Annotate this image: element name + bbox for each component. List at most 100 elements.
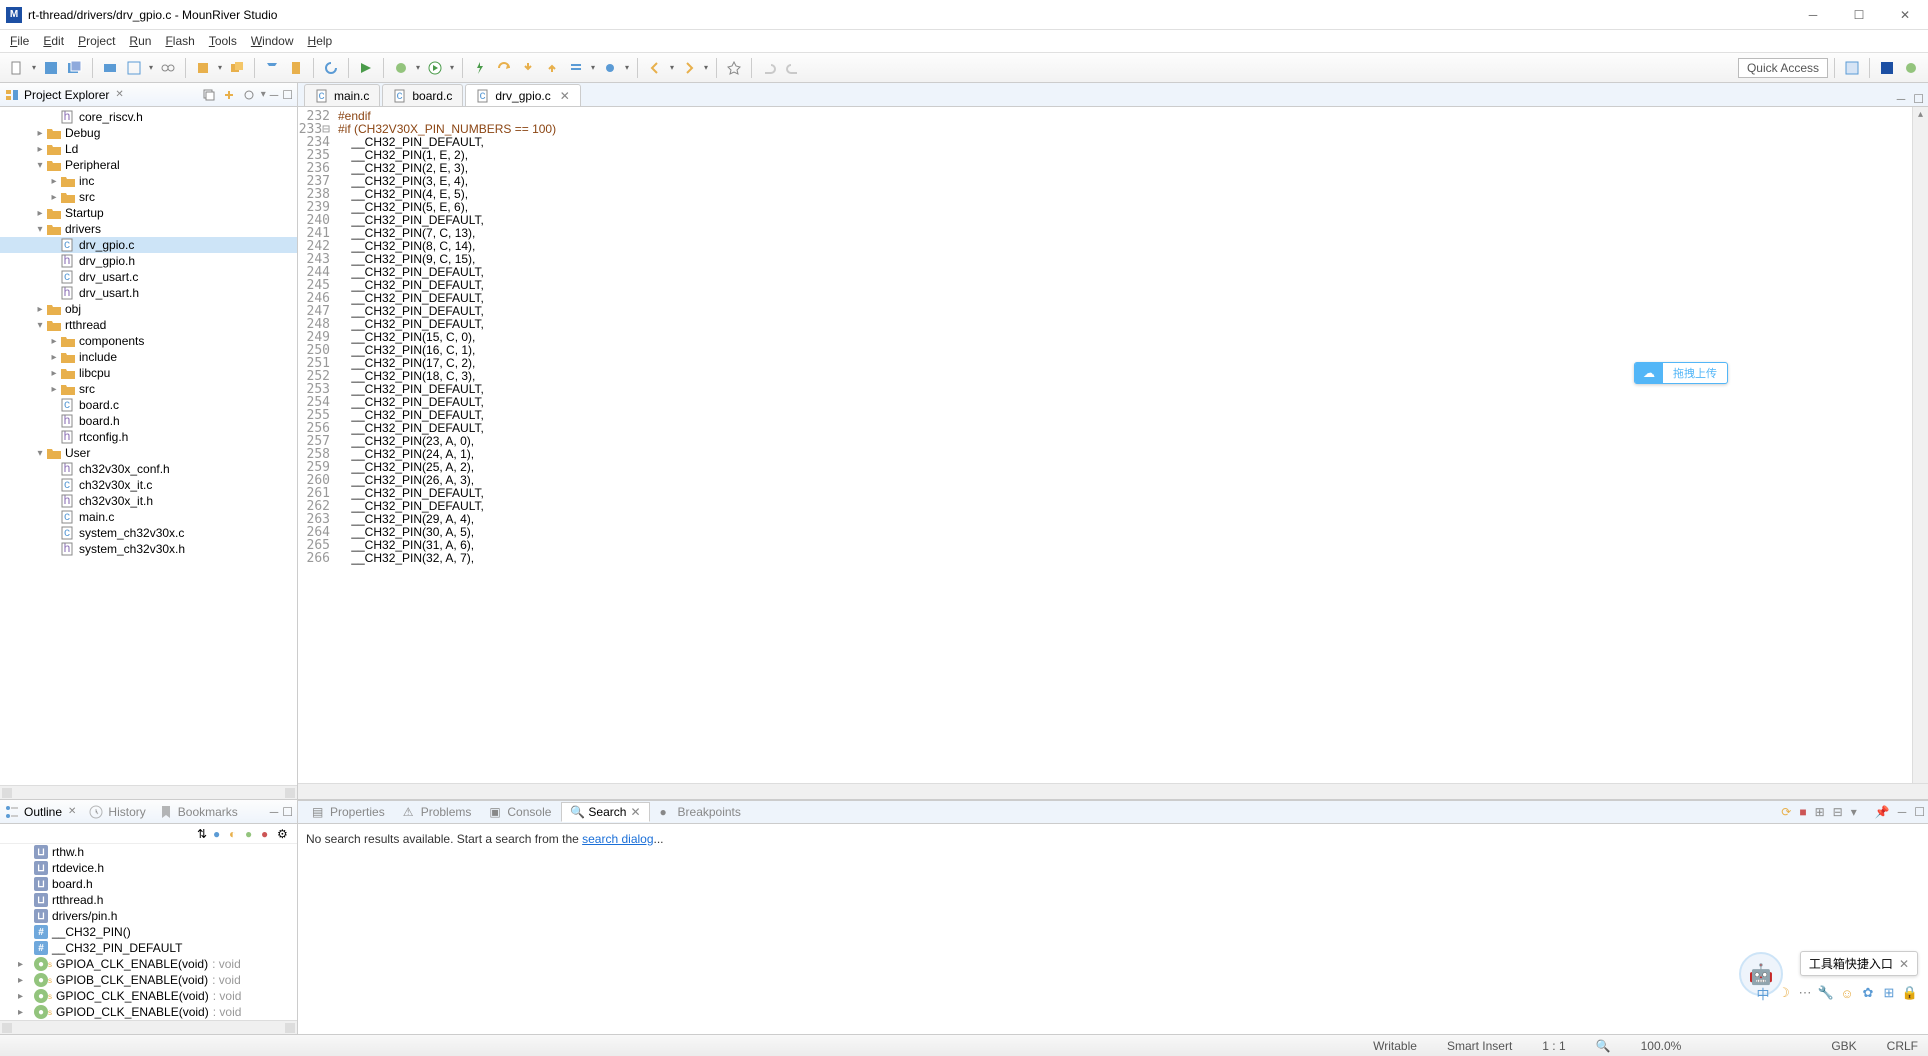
zoom-icon[interactable]: 🔍 xyxy=(1596,1039,1611,1053)
pin-icon[interactable]: 📌 xyxy=(1872,805,1893,819)
expand-icon[interactable]: ⊞ xyxy=(1812,805,1828,819)
bottom-tab-properties[interactable]: ▤Properties xyxy=(304,803,393,821)
status-eol[interactable]: CRLF xyxy=(1887,1039,1918,1053)
collapse-icon[interactable]: ⊟ xyxy=(1830,805,1846,819)
tree-item[interactable]: hdrv_usart.h xyxy=(0,285,297,301)
save-all-button[interactable] xyxy=(64,57,86,79)
perspective-debug-button[interactable] xyxy=(1900,57,1922,79)
project-tree[interactable]: hcore_riscv.h▸Debug▸Ld▾Peripheral▸inc▸sr… xyxy=(0,107,297,785)
tab-history[interactable]: History xyxy=(108,805,145,819)
tool-8[interactable]: 🔒 xyxy=(1902,985,1918,1001)
filter-public-icon[interactable]: ● xyxy=(245,827,259,841)
editor-tab[interactable]: cmain.c xyxy=(304,84,380,106)
outline-item[interactable]: ⊔rthw.h xyxy=(0,844,297,860)
minimize-view-icon[interactable]: ─ xyxy=(270,88,279,102)
tree-hscroll[interactable] xyxy=(0,785,297,799)
rerun-search-icon[interactable]: ⟳ xyxy=(1778,805,1794,819)
outline-list[interactable]: ⊔rthw.h⊔rtdevice.h⊔board.h⊔rtthread.h⊔dr… xyxy=(0,844,297,1020)
close-button[interactable]: ✕ xyxy=(1882,0,1928,30)
filter-fields-icon[interactable]: ● xyxy=(213,827,227,841)
link-editor-icon[interactable] xyxy=(221,87,237,103)
build-button[interactable] xyxy=(192,57,214,79)
toolkit-widget[interactable]: 工具箱快捷入口 ✕ xyxy=(1800,951,1918,976)
editor-tab[interactable]: cboard.c xyxy=(382,84,463,106)
tree-item[interactable]: hboard.h xyxy=(0,413,297,429)
tree-item[interactable]: hch32v30x_conf.h xyxy=(0,461,297,477)
history-icon[interactable] xyxy=(88,804,104,820)
instruction-step-button[interactable] xyxy=(565,57,587,79)
menu-file[interactable]: File xyxy=(10,34,29,48)
close-icon[interactable]: ✕ xyxy=(1899,957,1909,971)
minimize-view-icon[interactable]: ─ xyxy=(270,805,279,819)
bottom-tab-problems[interactable]: ⚠Problems xyxy=(395,803,480,821)
refresh-button[interactable] xyxy=(320,57,342,79)
perspective-main-button[interactable] xyxy=(1876,57,1898,79)
tab-bookmarks[interactable]: Bookmarks xyxy=(178,805,238,819)
redo-button[interactable] xyxy=(782,57,804,79)
maximize-view-icon[interactable]: ☐ xyxy=(282,88,293,102)
link-button[interactable] xyxy=(157,57,179,79)
menu-tools[interactable]: Tools xyxy=(209,34,237,48)
tree-item[interactable]: cmain.c xyxy=(0,509,297,525)
compile-button[interactable] xyxy=(261,57,283,79)
maximize-panel-icon[interactable]: ☐ xyxy=(1911,805,1928,819)
outline-item[interactable]: ⊔drivers/pin.h xyxy=(0,908,297,924)
tree-item[interactable]: ▾Peripheral xyxy=(0,157,297,173)
debug-button[interactable] xyxy=(390,57,412,79)
tree-item[interactable]: ▸src xyxy=(0,189,297,205)
toggle-button[interactable] xyxy=(99,57,121,79)
outline-item[interactable]: ▸●sGPIOA_CLK_ENABLE(void) : void xyxy=(0,956,297,972)
maximize-view-icon[interactable]: ☐ xyxy=(282,805,293,819)
tree-item[interactable]: cdrv_usart.c xyxy=(0,269,297,285)
outline-item[interactable]: ⊔board.h xyxy=(0,876,297,892)
tree-item[interactable]: ▸inc xyxy=(0,173,297,189)
focus-icon[interactable] xyxy=(241,87,257,103)
step-return-button[interactable] xyxy=(541,57,563,79)
overview-ruler[interactable]: ▴ ▾ xyxy=(1912,107,1928,783)
view-menu-dropdown[interactable]: ▾ xyxy=(1848,805,1860,819)
back-button[interactable] xyxy=(644,57,666,79)
cancel-search-icon[interactable]: ■ xyxy=(1796,805,1809,819)
new-button[interactable] xyxy=(6,57,28,79)
tree-item[interactable]: ▾User xyxy=(0,445,297,461)
outline-item[interactable]: ▸●sGPIOB_CLK_ENABLE(void) : void xyxy=(0,972,297,988)
maximize-editor-icon[interactable]: ☐ xyxy=(1909,92,1928,106)
tree-item[interactable]: cboard.c xyxy=(0,397,297,413)
tree-item[interactable]: hrtconfig.h xyxy=(0,429,297,445)
menu-window[interactable]: Window xyxy=(251,34,294,48)
tree-item[interactable]: cch32v30x_it.c xyxy=(0,477,297,493)
tree-item[interactable]: ▸libcpu xyxy=(0,365,297,381)
tree-item[interactable]: hch32v30x_it.h xyxy=(0,493,297,509)
close-icon[interactable]: ✕ xyxy=(115,89,123,100)
quick-access-field[interactable]: Quick Access xyxy=(1738,58,1828,78)
code-editor[interactable]: 232 233⊟ 234 235 236 237 238 239 240 241… xyxy=(298,107,1928,783)
bottom-tab-breakpoints[interactable]: ●Breakpoints xyxy=(652,803,749,821)
bookmarks-icon[interactable] xyxy=(158,804,174,820)
outline-item[interactable]: #__CH32_PIN() xyxy=(0,924,297,940)
perspective-cpp-button[interactable] xyxy=(1841,57,1863,79)
filter-static-icon[interactable]: ◐ xyxy=(229,827,243,841)
tool-7[interactable]: ⊞ xyxy=(1881,985,1897,1001)
tree-item[interactable]: ▸Startup xyxy=(0,205,297,221)
tree-item[interactable]: ▸Ld xyxy=(0,141,297,157)
tree-item[interactable]: hdrv_gpio.h xyxy=(0,253,297,269)
menu-flash[interactable]: Flash xyxy=(165,34,194,48)
upload-widget[interactable]: ☁ 拖拽上传 xyxy=(1634,362,1728,384)
collapse-all-icon[interactable] xyxy=(201,87,217,103)
tool-2[interactable]: ☽ xyxy=(1776,985,1792,1001)
pin-button[interactable] xyxy=(723,57,745,79)
outline-item[interactable]: ▸●sGPIOC_CLK_ENABLE(void) : void xyxy=(0,988,297,1004)
tree-item[interactable]: ▸src xyxy=(0,381,297,397)
flash-button[interactable] xyxy=(469,57,491,79)
tree-item[interactable]: hsystem_ch32v30x.h xyxy=(0,541,297,557)
tree-item[interactable]: ▸components xyxy=(0,333,297,349)
tool-1[interactable]: 中 xyxy=(1755,985,1771,1001)
editor-tab[interactable]: cdrv_gpio.c✕ xyxy=(465,84,580,106)
save-button[interactable] xyxy=(40,57,62,79)
minimize-panel-icon[interactable]: ─ xyxy=(1895,805,1910,819)
breakpoint-button[interactable] xyxy=(599,57,621,79)
maximize-button[interactable]: ☐ xyxy=(1836,0,1882,30)
outline-item[interactable]: ⊔rtdevice.h xyxy=(0,860,297,876)
tool-4[interactable]: 🔧 xyxy=(1818,985,1834,1001)
clean-button[interactable] xyxy=(285,57,307,79)
